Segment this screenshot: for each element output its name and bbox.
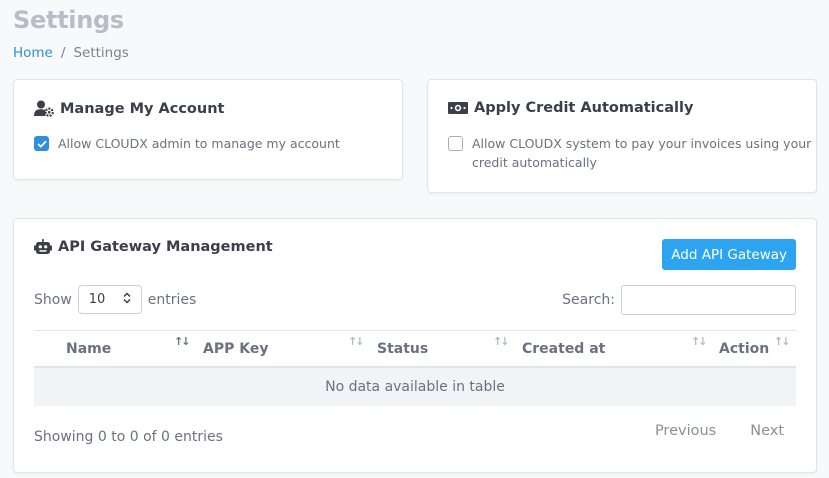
add-api-gateway-button[interactable]: Add API Gateway	[662, 239, 796, 270]
apply-credit-title: Apply Credit Automatically	[474, 100, 694, 116]
manage-account-title: Manage My Account	[60, 100, 225, 117]
apply-credit-checkbox-label[interactable]: Allow CLOUDX system to pay your invoices…	[472, 134, 811, 172]
api-gateway-card: API Gateway Management Add API Gateway S…	[13, 218, 817, 473]
sort-icon: ↑↓	[774, 335, 791, 348]
manage-account-checkbox[interactable]	[34, 136, 49, 151]
search-input[interactable]	[621, 285, 796, 315]
next-page-button[interactable]: Next	[748, 423, 786, 439]
entries-select-value: 10	[88, 292, 106, 307]
empty-message: No data available in table	[325, 379, 505, 395]
entries-select[interactable]: 10	[77, 285, 142, 314]
manage-account-checkbox-label[interactable]: Allow CLOUDX admin to manage my account	[58, 134, 340, 153]
breadcrumb-home-link[interactable]: Home	[13, 45, 53, 61]
search-control: Search:	[562, 285, 796, 315]
breadcrumb-separator: /	[60, 45, 66, 61]
manage-account-card: Manage My Account Allow CLOUDX admin to …	[13, 79, 403, 180]
breadcrumb: Home / Settings	[13, 45, 129, 61]
sort-icon: ↑↓	[691, 335, 708, 348]
column-header-created-at[interactable]: Created at	[522, 341, 605, 357]
sort-icon: ↑↓	[348, 335, 365, 348]
api-gateway-title: API Gateway Management	[58, 239, 273, 255]
apply-credit-card: Apply Credit Automatically Allow CLOUDX …	[427, 79, 817, 193]
column-header-status[interactable]: Status	[377, 341, 428, 357]
breadcrumb-current: Settings	[73, 45, 129, 61]
column-header-app-key[interactable]: APP Key	[203, 341, 268, 357]
table-empty-row: No data available in table	[34, 368, 796, 406]
sort-icon: ↑↓	[493, 335, 510, 348]
page-title: Settings	[13, 6, 124, 34]
apply-credit-label-line1: Allow CLOUDX system to pay your invoices…	[472, 136, 812, 151]
table-info: Showing 0 to 0 of 0 entries	[34, 429, 223, 445]
pagination: Previous Next	[653, 423, 786, 439]
api-gateway-table: Name ↑↓ APP Key ↑↓ Status ↑↓ Created at …	[34, 330, 796, 406]
apply-credit-checkbox[interactable]	[448, 136, 463, 151]
sort-asc-icon: ↑↓	[174, 335, 191, 348]
previous-page-button[interactable]: Previous	[653, 423, 718, 439]
column-header-action[interactable]: Action	[719, 341, 769, 357]
money-bill-icon	[448, 101, 468, 115]
entries-label: entries	[147, 291, 197, 308]
column-header-name[interactable]: Name	[66, 341, 111, 357]
apply-credit-label-line2: credit automatically	[472, 155, 597, 170]
search-label: Search:	[562, 292, 615, 308]
show-label: Show	[34, 291, 72, 308]
robot-icon	[34, 239, 52, 255]
table-header: Name ↑↓ APP Key ↑↓ Status ↑↓ Created at …	[34, 330, 796, 368]
entries-length-control: Show 10 entries	[34, 285, 196, 314]
select-arrows-icon	[123, 291, 131, 308]
user-gear-icon	[34, 100, 54, 117]
